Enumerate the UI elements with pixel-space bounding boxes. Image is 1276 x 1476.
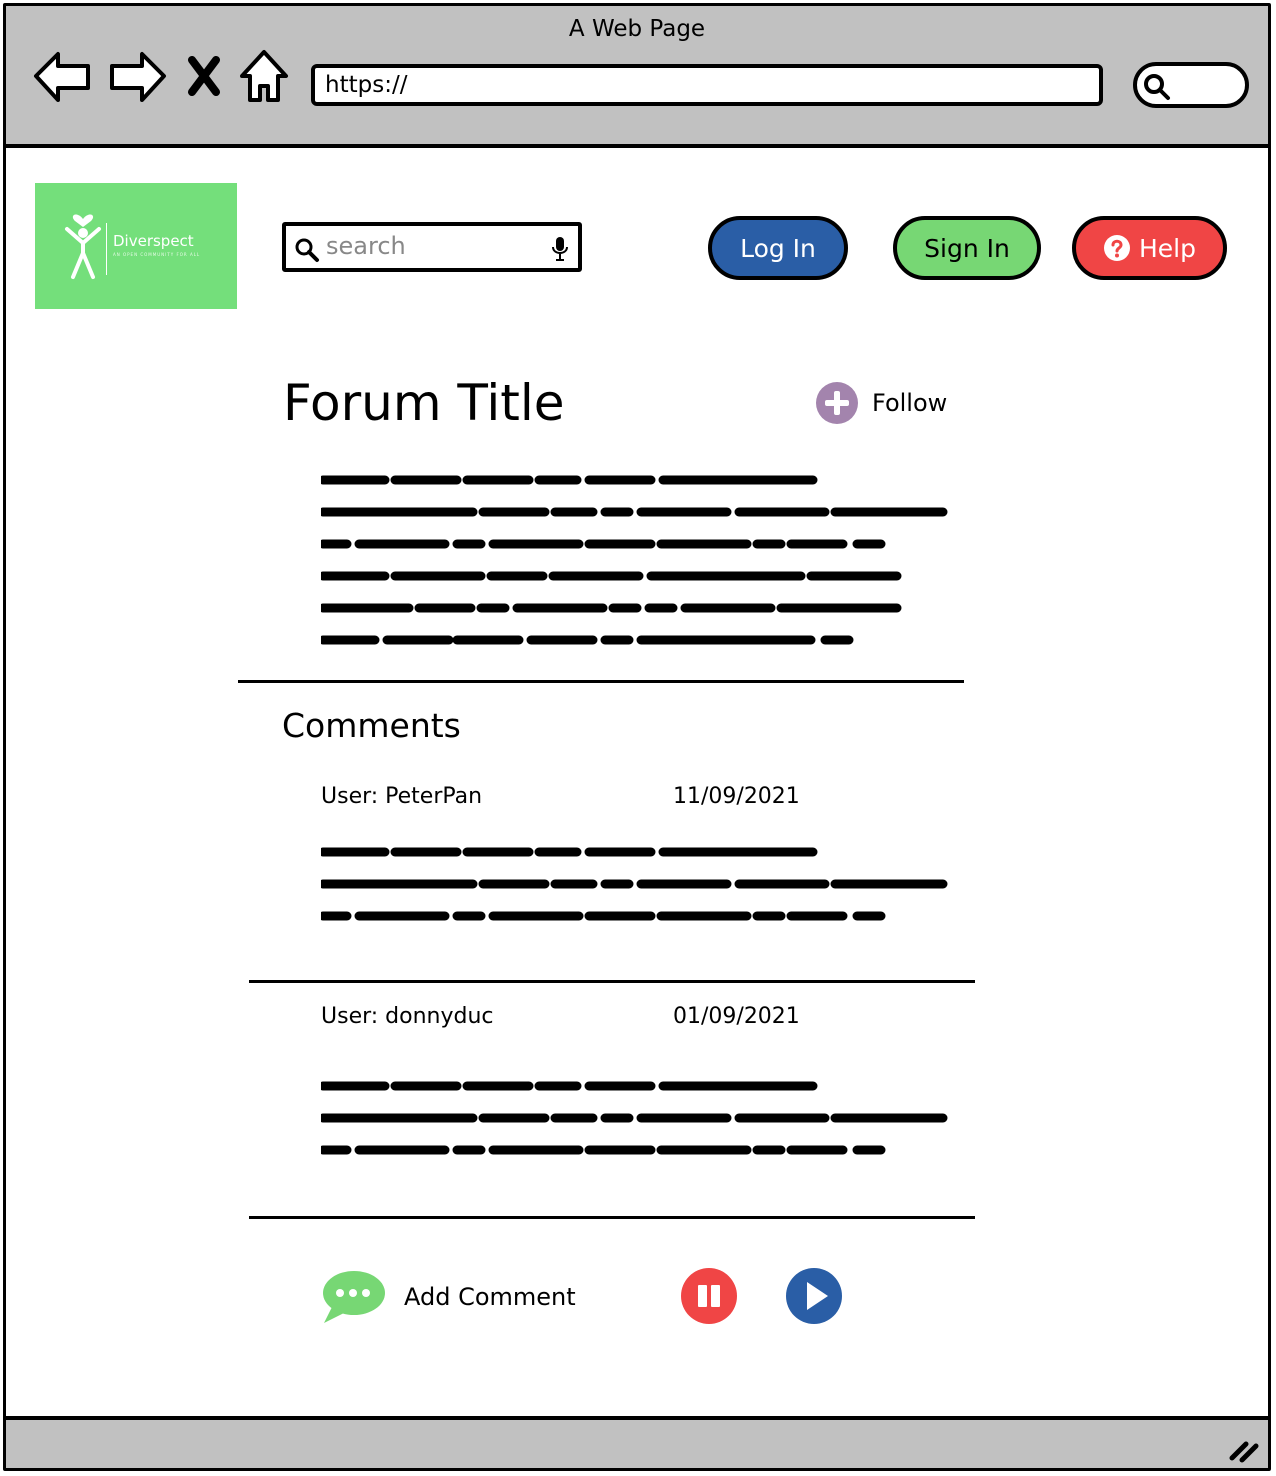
signin-button[interactable]: Sign In: [893, 216, 1041, 280]
person-heart-icon: [65, 214, 101, 279]
forward-arrow-icon[interactable]: [106, 48, 168, 104]
divider: [249, 1216, 975, 1219]
login-button[interactable]: Log In: [708, 216, 848, 280]
divider: [249, 980, 975, 983]
signin-label: Sign In: [924, 233, 1010, 263]
forum-body-placeholder: [321, 475, 948, 645]
browser-status-bar: [6, 1416, 1268, 1468]
question-icon: [1104, 235, 1130, 261]
window-title: A Web Page: [568, 16, 706, 42]
logo-divider: [106, 223, 107, 275]
logo-name: Diverspect: [113, 232, 194, 250]
pause-button[interactable]: [681, 1268, 737, 1324]
play-icon: [807, 1282, 828, 1310]
url-bar[interactable]: https://: [311, 64, 1103, 106]
comment-user: User: PeterPan: [321, 784, 483, 809]
comment-date: 11/09/2021: [673, 784, 800, 809]
comments-heading: Comments: [282, 706, 461, 745]
close-x-icon[interactable]: [186, 56, 222, 96]
follow-label: Follow: [872, 389, 948, 417]
follow-button[interactable]: Follow: [816, 382, 947, 424]
search-input[interactable]: search: [326, 232, 406, 260]
browser-toolbar: A Web Page https://: [6, 6, 1268, 148]
login-label: Log In: [740, 233, 816, 263]
play-button[interactable]: [786, 1268, 842, 1324]
chat-bubble-icon: [323, 1271, 385, 1323]
search-icon: [295, 238, 319, 262]
comment-user: User: donnyduc: [321, 1004, 494, 1029]
help-label: Help: [1139, 233, 1196, 263]
site-search-box[interactable]: search: [282, 222, 582, 272]
comment-body-placeholder: [321, 1081, 948, 1155]
browser-search-field[interactable]: [1133, 62, 1249, 108]
comment-body-placeholder: [321, 847, 948, 921]
divider: [238, 680, 964, 683]
resize-handle-icon[interactable]: [1226, 1428, 1262, 1464]
logo-tagline: AN OPEN COMMUNITY FOR ALL: [113, 252, 201, 257]
add-comment-label: Add Comment: [404, 1283, 576, 1311]
pause-icon: [698, 1285, 720, 1307]
plus-circle-icon: [816, 382, 858, 424]
browser-window: A Web Page https:// Diverspect AN OPEN C…: [3, 3, 1271, 1471]
microphone-icon[interactable]: [552, 236, 568, 262]
forum-title: Forum Title: [283, 374, 565, 432]
site-logo[interactable]: Diverspect AN OPEN COMMUNITY FOR ALL: [35, 183, 237, 309]
home-icon[interactable]: [238, 48, 290, 104]
add-comment-button[interactable]: Add Comment: [320, 1269, 576, 1325]
help-button[interactable]: Help: [1072, 216, 1227, 280]
magnifier-icon: [1144, 74, 1170, 100]
comment-date: 01/09/2021: [673, 1004, 800, 1029]
back-arrow-icon[interactable]: [32, 48, 94, 104]
